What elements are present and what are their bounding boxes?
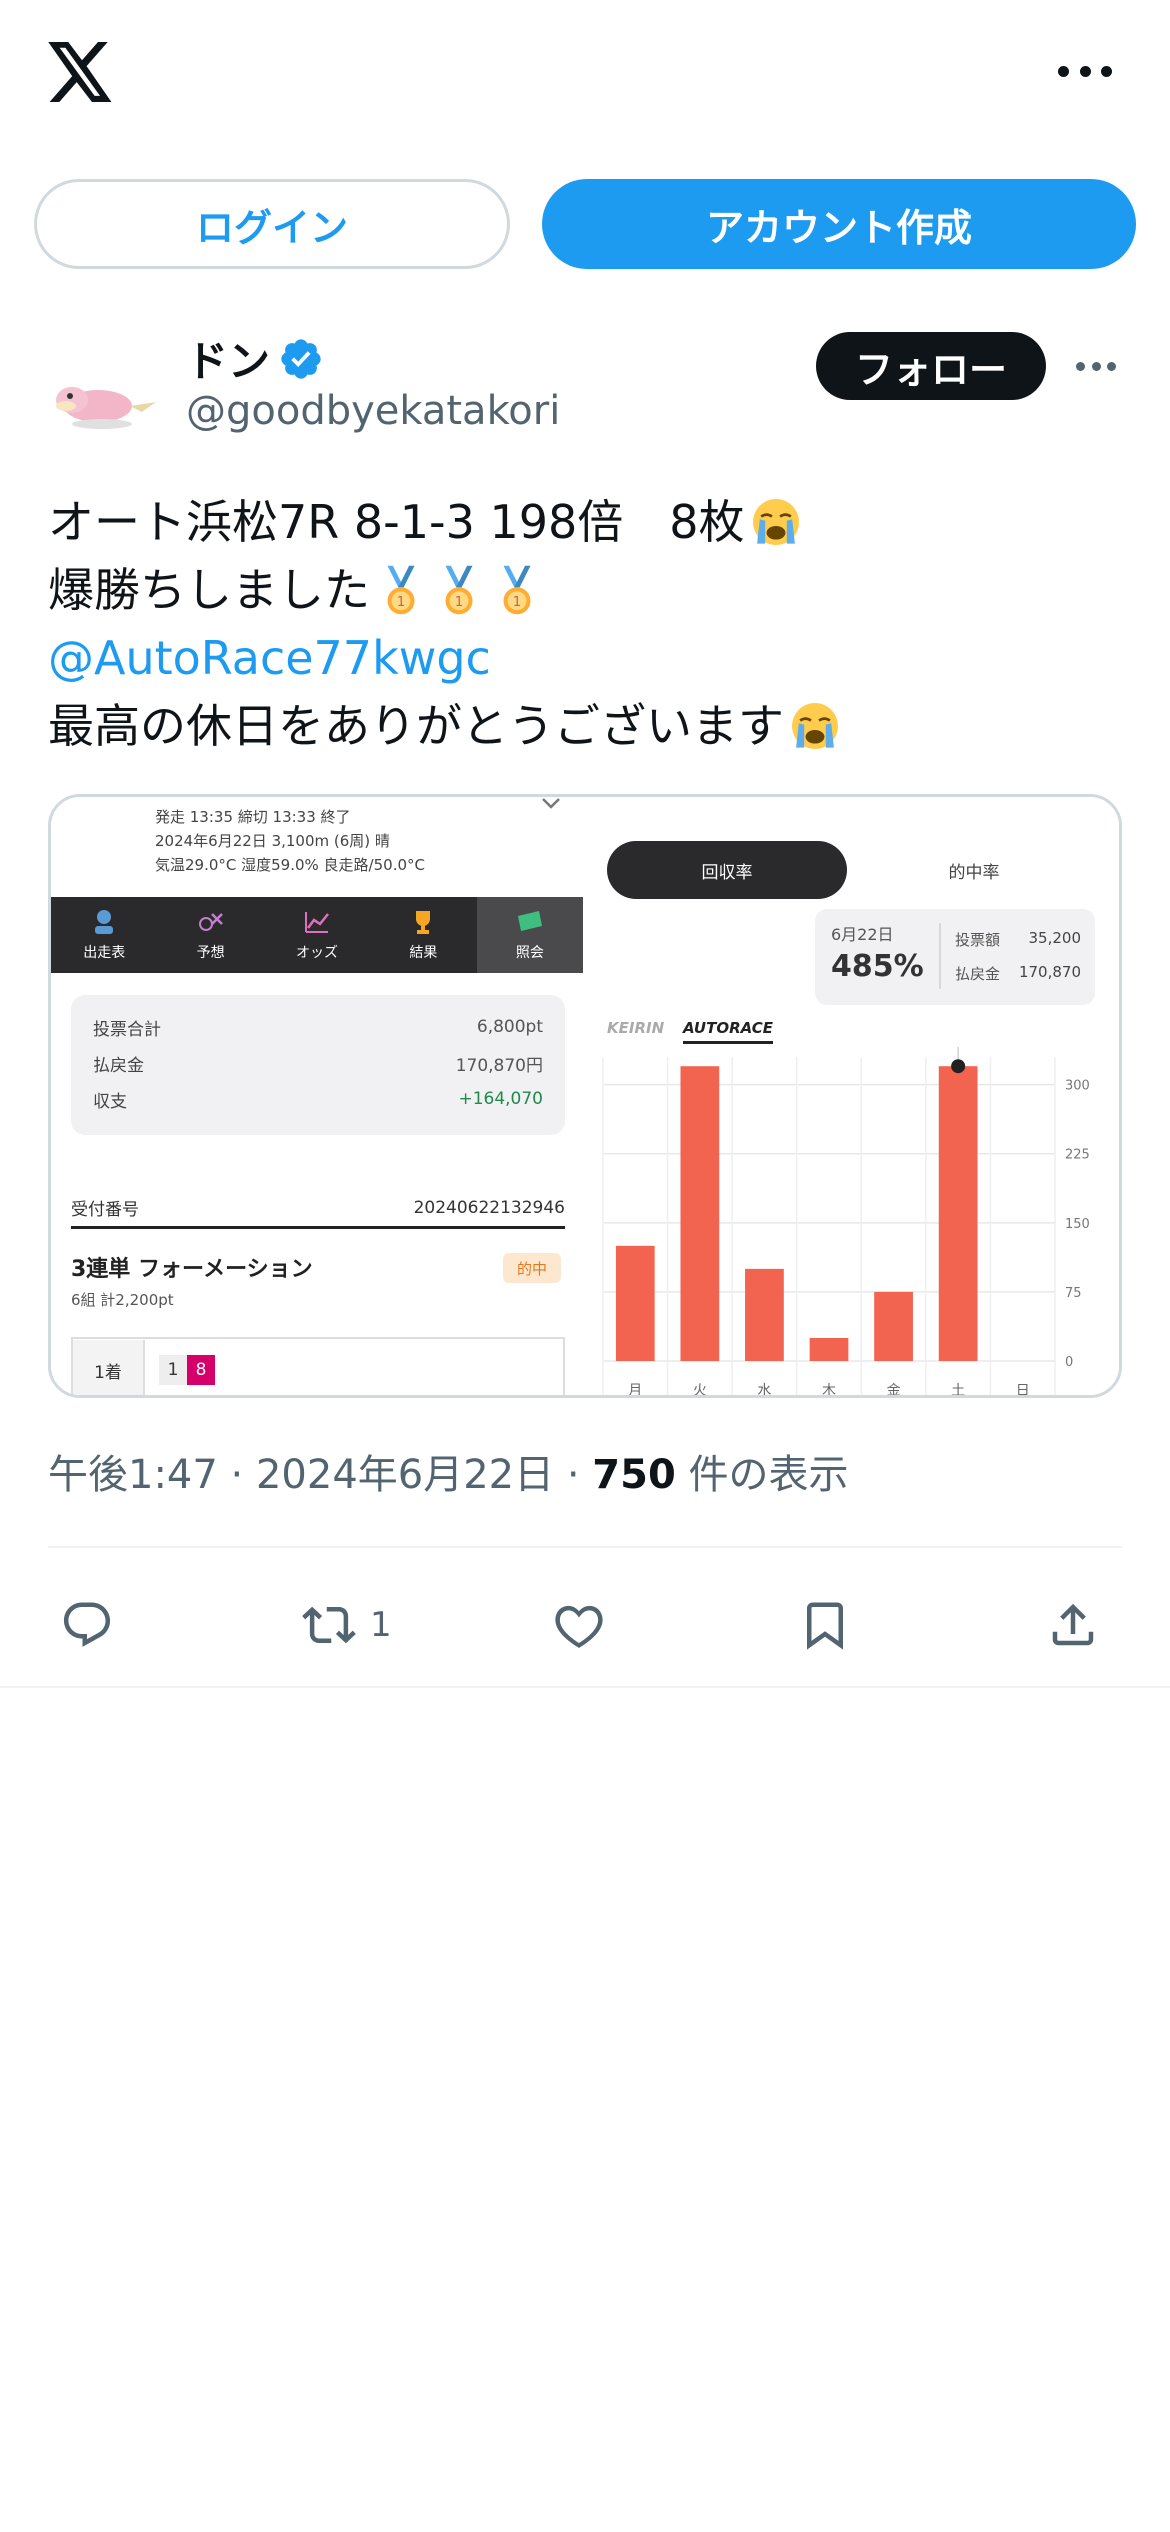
image-right-pane: 回収率 的中率 6月22日 485% 投票額 35,200 払戻金 170,87… <box>587 797 1119 1398</box>
brand-autorace: AUTORACE <box>683 1019 774 1044</box>
repost-count: 1 <box>370 1605 392 1645</box>
create-account-button[interactable]: アカウント作成 <box>542 179 1136 269</box>
bar <box>615 1245 655 1361</box>
tab-forecast: 予想 <box>157 897 263 973</box>
post-time[interactable]: 午後1:47 <box>48 1452 218 1498</box>
post-line-1: オート浜松7R 8-1-3 198倍 8枚 <box>48 495 745 549</box>
bet-type: 3連単 フォーメーション <box>71 1257 313 1282</box>
bet-detail: 6組 計2,200pt <box>71 1291 174 1309</box>
x-tick-label: 火 <box>693 1383 707 1398</box>
reply-button[interactable] <box>60 1600 114 1650</box>
top-bar <box>0 0 1170 150</box>
summary-card: 投票合計 6,800pt 払戻金 170,870円 収支 +164,070 <box>71 995 565 1135</box>
bar <box>680 1066 720 1361</box>
receipt-row: 受付番号 20240622132946 <box>71 1189 565 1229</box>
app-tab-bar: 出走表 予想 オッズ 結果 照会 <box>51 897 584 973</box>
segmented-control: 回収率 的中率 <box>607 841 1101 899</box>
mention-link[interactable]: @AutoRace77kwgc <box>48 624 491 692</box>
post-meta: 午後1:47 · 2024年6月22日 · 750 件の表示 <box>48 1452 849 1498</box>
share-button[interactable] <box>1046 1600 1100 1650</box>
trophy-icon <box>416 911 431 934</box>
y-tick-label: 75 <box>1065 1286 1082 1301</box>
crying-face-emoji-icon <box>752 499 799 545</box>
highlight-point <box>951 1059 966 1074</box>
bar <box>809 1337 849 1361</box>
x-tick-label: 金 <box>887 1383 901 1398</box>
bar <box>745 1268 784 1361</box>
return-rate-chart: 0 75 150 225 300 月 火 水 木 金 土 日 <box>602 1047 1090 1398</box>
divider <box>48 1546 1122 1548</box>
bar <box>874 1291 913 1361</box>
avatar[interactable] <box>46 340 162 456</box>
tab-result: 結果 <box>370 897 476 973</box>
post-line-2: 爆勝ちしました <box>48 563 370 617</box>
x-logo-icon[interactable] <box>48 42 114 102</box>
user-handle[interactable]: @goodbyekatakori <box>186 388 560 434</box>
chevron-down-icon <box>542 798 560 809</box>
forecast-icon <box>198 913 223 931</box>
attached-image[interactable]: 発走 13:35 締切 13:33 終了 2024年6月22日 3,100m (… <box>48 794 1122 1398</box>
y-tick-label: 0 <box>1065 1355 1073 1370</box>
auth-buttons: ログイン アカウント作成 <box>34 179 1136 269</box>
race-info: 発走 13:35 締切 13:33 終了 2024年6月22日 3,100m (… <box>155 808 425 874</box>
bookmark-button[interactable] <box>798 1600 852 1650</box>
divider <box>0 1686 1170 1688</box>
brand-keirin: KEIRIN <box>607 1019 665 1037</box>
heart-icon <box>555 1605 603 1648</box>
bookmark-icon <box>807 1602 843 1650</box>
action-bar: 1 <box>48 1580 1122 1670</box>
y-tick-label: 150 <box>1065 1217 1090 1232</box>
position-row: 1着 1 8 <box>71 1337 565 1395</box>
follow-button[interactable]: フォロー <box>816 332 1046 400</box>
post-text: オート浜松7R 8-1-3 198倍 8枚 爆勝ちしました 1 1 1 @Aut… <box>48 488 1128 760</box>
repost-icon <box>302 1606 356 1644</box>
reply-icon <box>63 1602 111 1647</box>
more-horizontal-icon[interactable] <box>1058 56 1112 86</box>
segment-hit-rate: 的中率 <box>948 862 1000 883</box>
odds-chart-icon <box>305 912 329 933</box>
post-date[interactable]: 2024年6月22日 <box>256 1452 554 1498</box>
x-tick-label: 日 <box>1016 1383 1030 1398</box>
login-button[interactable]: ログイン <box>34 179 510 269</box>
crying-face-emoji-icon <box>792 703 838 749</box>
ticket-icon <box>517 911 542 931</box>
svg-text:1: 1 <box>513 594 522 610</box>
svg-text:1: 1 <box>455 594 464 610</box>
verified-badge-icon <box>281 338 321 379</box>
bar <box>938 1066 978 1361</box>
x-tick-label: 木 <box>822 1383 836 1398</box>
rider-icon <box>95 910 114 934</box>
repost-button[interactable]: 1 <box>302 1600 392 1650</box>
y-tick-label: 300 <box>1065 1079 1090 1094</box>
x-tick-label: 水 <box>757 1383 771 1398</box>
svg-text:1: 1 <box>397 594 406 610</box>
segment-return-rate: 回収率 <box>607 841 847 899</box>
gold-medal-emoji-icon: 1 <box>387 565 415 615</box>
view-count: 750 <box>592 1452 676 1498</box>
x-tick-label: 土 <box>951 1383 965 1398</box>
tab-odds: オッズ <box>264 897 370 973</box>
share-icon <box>1052 1603 1094 1646</box>
number-chip: 1 <box>159 1355 187 1385</box>
x-tick-label: 月 <box>628 1383 642 1398</box>
hit-badge: 的中 <box>503 1253 561 1283</box>
image-left-pane: 発走 13:35 締切 13:33 終了 2024年6月22日 3,100m (… <box>51 797 587 1395</box>
chart-tooltip: 6月22日 485% 投票額 35,200 払戻金 170,870 <box>815 909 1095 1005</box>
post-line-4: 最高の休日をありがとうございます <box>48 699 784 753</box>
gold-medal-emoji-icon: 1 <box>503 565 531 615</box>
y-tick-label: 225 <box>1065 1148 1090 1163</box>
gold-medal-emoji-icon: 1 <box>445 565 473 615</box>
tab-inquiry: 照会 <box>476 897 584 973</box>
number-chip-highlight: 8 <box>187 1355 215 1385</box>
post-more-icon[interactable] <box>1076 356 1116 376</box>
display-name[interactable]: ドン <box>186 328 324 389</box>
tab-entries: 出走表 <box>51 897 157 973</box>
like-button[interactable] <box>552 1600 606 1650</box>
